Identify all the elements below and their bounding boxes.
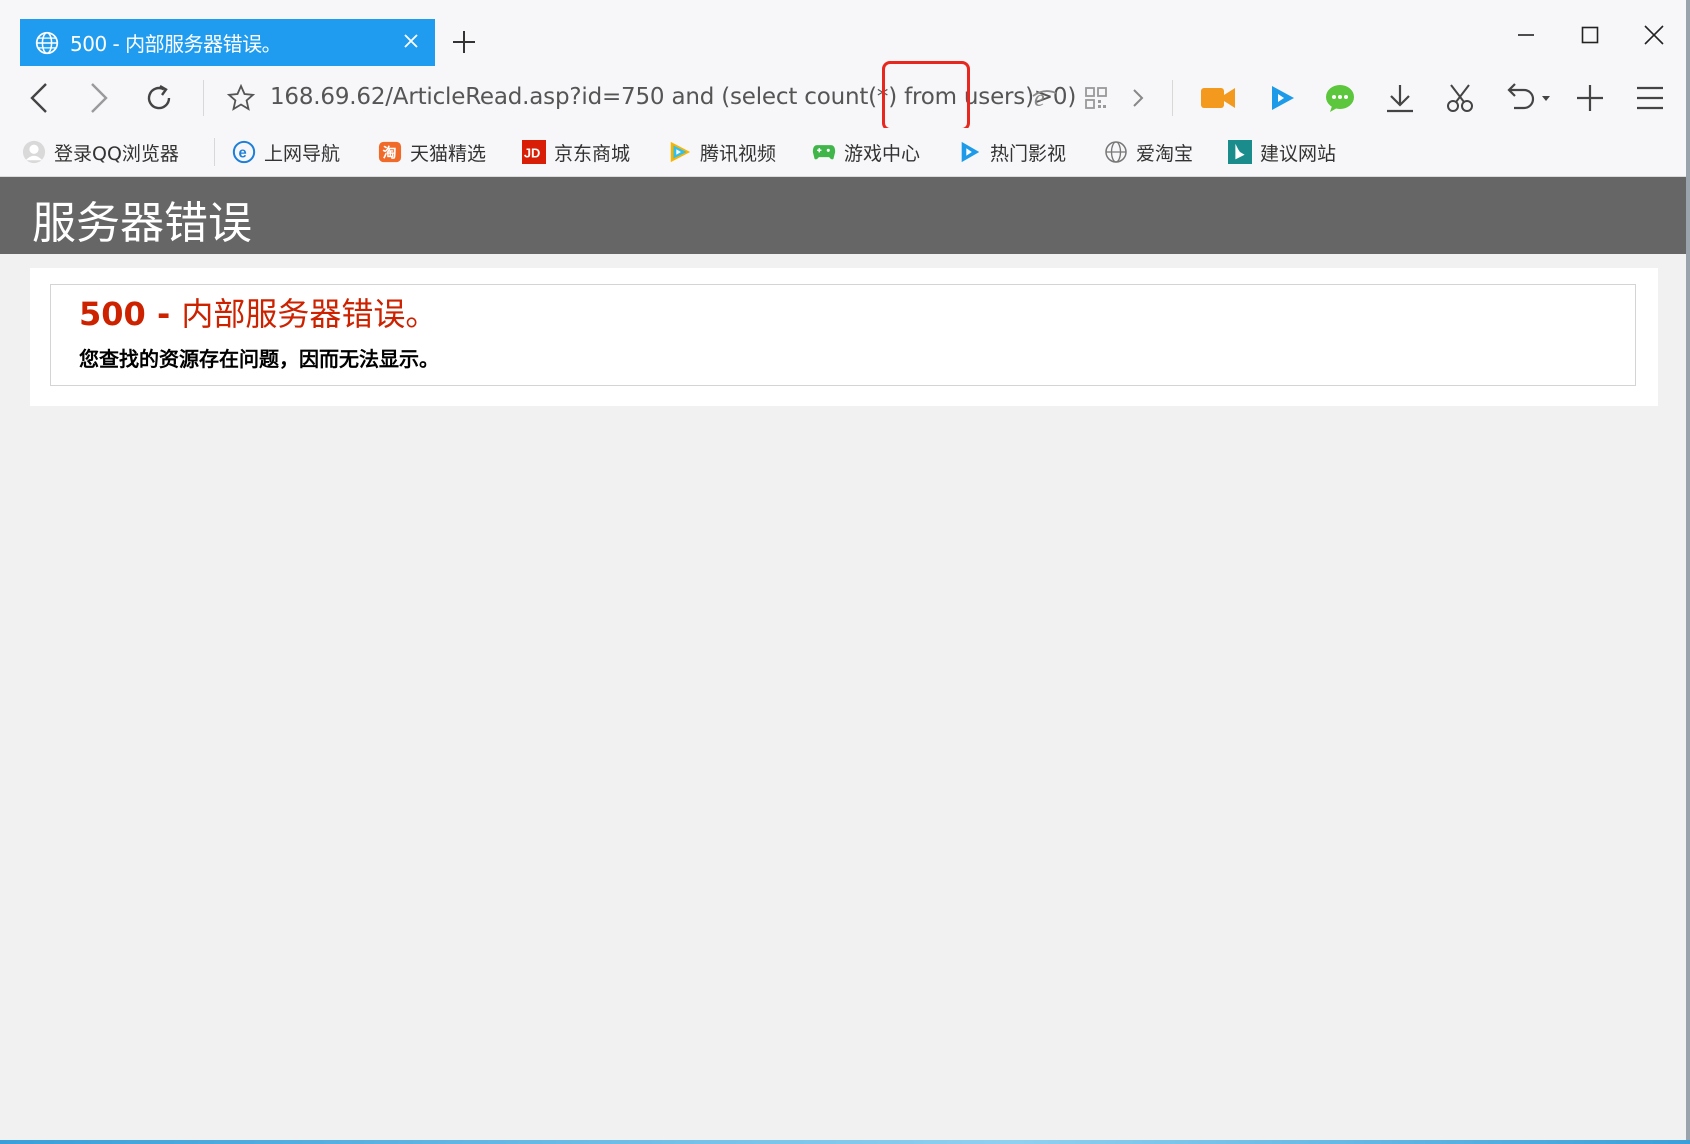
globe-icon [35, 31, 59, 54]
hamburger-menu-icon [1637, 86, 1663, 110]
bookmark-hot-movies[interactable]: 热门影视 [958, 138, 1066, 166]
maximize-icon [1581, 26, 1599, 44]
bookmark-label: 腾讯视频 [700, 142, 777, 165]
error-title-text: 内部服务器错误。 [181, 295, 438, 333]
bookmark-star-button[interactable] [224, 80, 258, 116]
plus-icon [1577, 85, 1603, 111]
menu-button[interactable] [1632, 80, 1668, 116]
svg-text:e: e [1034, 86, 1045, 112]
bookmark-label: 天猫精选 [410, 142, 487, 165]
bookmark-label: 爱淘宝 [1136, 142, 1194, 165]
minimize-button[interactable] [1506, 18, 1546, 52]
globe-icon [1104, 140, 1128, 164]
bookmark-navigation[interactable]: e 上网导航 [232, 138, 340, 166]
new-tab-button[interactable] [450, 28, 478, 56]
ie-icon: e [232, 140, 256, 164]
reload-icon [147, 84, 171, 110]
ie-mode-button[interactable]: e [1028, 82, 1060, 114]
tab-strip: 500 - 内部服务器错误。 [0, 0, 1690, 68]
tab-close-button[interactable] [399, 29, 423, 53]
navigation-toolbar: 168.69.62/ArticleRead.asp?id=750 and (se… [0, 68, 1690, 128]
bookmarks-bar: 登录QQ浏览器 e 上网导航 淘 天猫精选 JD 京东商城 腾讯视频 游戏中心 [0, 128, 1690, 177]
back-button[interactable] [22, 80, 56, 116]
bookmark-tmall[interactable]: 淘 天猫精选 [378, 138, 486, 166]
address-expand-button[interactable] [1128, 82, 1148, 114]
bookmark-jd[interactable]: JD 京东商城 [522, 138, 630, 166]
undo-icon [1507, 83, 1550, 110]
star-icon [227, 84, 255, 111]
gamepad-icon [812, 140, 836, 164]
wechat-button[interactable] [1322, 80, 1358, 116]
bookmark-label: 热门影视 [990, 142, 1067, 165]
highlight-annotation-box [882, 61, 970, 131]
error-code: 500 - [79, 295, 182, 333]
maximize-button[interactable] [1570, 18, 1610, 52]
download-button[interactable] [1382, 80, 1418, 116]
wechat-icon [1326, 85, 1354, 112]
forward-button[interactable] [82, 80, 116, 116]
ie-icon: e [1032, 86, 1057, 112]
reload-button[interactable] [140, 78, 178, 118]
bookmark-label: 游戏中心 [844, 142, 921, 165]
close-window-button[interactable] [1634, 18, 1674, 52]
chevron-right-icon [1133, 89, 1144, 107]
add-button[interactable] [1572, 80, 1608, 116]
close-icon [404, 34, 418, 48]
bookmark-label: 上网导航 [264, 142, 341, 165]
bookmark-label: 京东商城 [554, 142, 631, 165]
video-camera-button[interactable] [1200, 80, 1236, 116]
bookmark-suggested-sites[interactable]: 建议网站 [1228, 138, 1336, 166]
screenshot-button[interactable] [1442, 80, 1478, 116]
window-border-right [1686, 0, 1690, 1144]
bookmark-label: 登录QQ浏览器 [54, 142, 179, 165]
play-video-button[interactable] [1264, 80, 1300, 116]
back-arrow-icon [30, 83, 47, 113]
bookmark-label: 建议网站 [1260, 142, 1337, 165]
video-camera-icon [1201, 88, 1235, 108]
minimize-icon [1518, 34, 1534, 36]
play-icon [1272, 86, 1294, 110]
bookmark-login-qq[interactable]: 登录QQ浏览器 [22, 138, 179, 166]
tab-active[interactable]: 500 - 内部服务器错误。 [20, 19, 435, 66]
qr-code-icon [1085, 87, 1107, 109]
svg-text:淘: 淘 [383, 145, 397, 162]
close-window-icon [1644, 25, 1664, 45]
error-page-header: 服务器错误 [0, 177, 1690, 254]
forward-arrow-icon [91, 83, 108, 113]
error-description: 您查找的资源存在问题，因而无法显示。 [79, 347, 439, 371]
bookmark-game-center[interactable]: 游戏中心 [812, 138, 920, 166]
taskbar-edge [0, 1140, 1690, 1144]
undo-close-tab-button[interactable] [1500, 80, 1556, 116]
content-container: 500 - 内部服务器错误。 您查找的资源存在问题，因而无法显示。 [30, 268, 1658, 406]
download-icon [1387, 85, 1413, 113]
bing-icon [1228, 140, 1252, 164]
svg-text:JD: JD [524, 146, 541, 161]
scissors-icon [1447, 84, 1473, 112]
error-panel: 500 - 内部服务器错误。 您查找的资源存在问题，因而无法显示。 [50, 284, 1636, 386]
tab-title: 500 - 内部服务器错误。 [70, 32, 282, 56]
tencent-video-icon [668, 140, 692, 164]
svg-text:e: e [238, 146, 246, 162]
jd-icon: JD [522, 140, 546, 164]
error-title: 500 - 内部服务器错误。 [79, 289, 437, 335]
tmall-icon: 淘 [378, 140, 402, 164]
user-avatar-icon [22, 140, 46, 164]
bookmark-ai-taobao[interactable]: 爱淘宝 [1104, 138, 1193, 166]
play-icon [958, 140, 982, 164]
page-title: 服务器错误 [32, 198, 252, 249]
qr-code-button[interactable] [1080, 82, 1112, 114]
bookmark-tencent-video[interactable]: 腾讯视频 [668, 138, 776, 166]
